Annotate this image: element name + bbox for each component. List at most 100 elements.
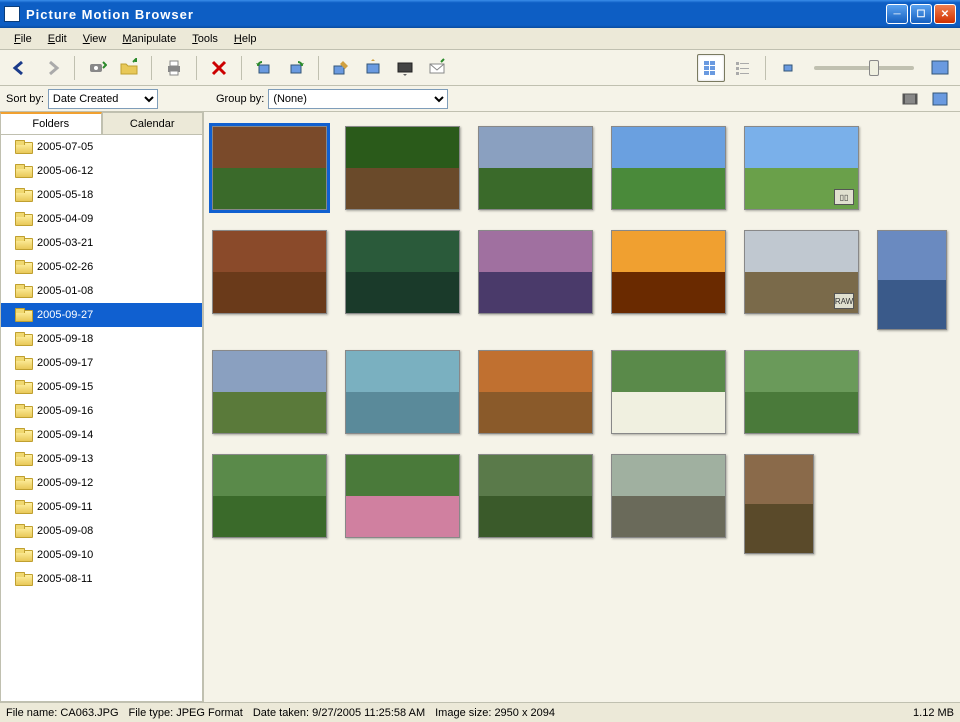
folder-icon: [15, 452, 31, 466]
rotate-left-button[interactable]: [250, 54, 278, 82]
status-datetaken-label: Date taken:: [253, 707, 309, 719]
folder-row[interactable]: 2005-05-18: [1, 183, 202, 207]
back-button[interactable]: [6, 54, 34, 82]
folder-list[interactable]: 2005-07-05 2005-06-12 2005-05-182005-04-09…: [0, 134, 203, 702]
menu-file[interactable]: File: [6, 31, 40, 47]
thumbnail[interactable]: [345, 454, 460, 538]
view-grid-button[interactable]: [697, 54, 725, 82]
folder-label: 2005-09-15: [37, 381, 93, 393]
folder-row[interactable]: 2005-09-13: [1, 447, 202, 471]
email-button[interactable]: [423, 54, 451, 82]
thumbnail[interactable]: [345, 230, 460, 314]
thumbnail-size-slider[interactable]: [814, 66, 914, 70]
folder-row[interactable]: 2005-09-16: [1, 399, 202, 423]
thumbnail[interactable]: [744, 350, 859, 434]
folder-label: 2005-06-12: [37, 165, 93, 177]
folder-icon: [15, 284, 31, 298]
folder-label: 2005-09-18: [37, 333, 93, 345]
menu-view[interactable]: View: [75, 31, 115, 47]
thumbnail[interactable]: [611, 454, 726, 538]
print-button[interactable]: [160, 54, 188, 82]
slideshow-button[interactable]: [391, 54, 419, 82]
folder-row[interactable]: 2005-09-14: [1, 423, 202, 447]
view-list-button[interactable]: [729, 54, 757, 82]
minimize-button[interactable]: ─: [886, 4, 908, 24]
folder-row[interactable]: 2005-09-12: [1, 471, 202, 495]
status-filesize: 1.12 MB: [913, 707, 954, 719]
thumbnail[interactable]: [212, 454, 327, 538]
tab-calendar[interactable]: Calendar: [102, 112, 204, 134]
menu-manipulate[interactable]: Manipulate: [114, 31, 184, 47]
thumbnail[interactable]: [478, 350, 593, 434]
folder-row[interactable]: 2005-09-15: [1, 375, 202, 399]
menu-help[interactable]: Help: [226, 31, 265, 47]
import-button[interactable]: [83, 54, 111, 82]
folder-icon: [15, 548, 31, 562]
folder-row[interactable]: 2005-09-11: [1, 495, 202, 519]
tab-folders[interactable]: Folders: [0, 112, 102, 134]
thumbnail[interactable]: [478, 230, 593, 314]
thumbnail[interactable]: [478, 126, 593, 210]
thumbnail[interactable]: [611, 126, 726, 210]
folder-row[interactable]: 2005-06-12: [1, 159, 202, 183]
folder-row[interactable]: 2005-02-26: [1, 255, 202, 279]
status-imagesize-label: Image size:: [435, 707, 491, 719]
folder-label: 2005-07-05: [37, 141, 93, 153]
status-datetaken: 9/27/2005 11:25:58 AM: [312, 707, 425, 719]
folder-row[interactable]: 2005-09-08: [1, 519, 202, 543]
folder-icon: [15, 308, 31, 322]
folder-icon: [15, 428, 31, 442]
status-filename-label: File name:: [6, 707, 57, 719]
folder-icon: [15, 524, 31, 538]
sidebar: Folders Calendar 2005-07-052005-06-12200…: [0, 112, 204, 702]
folder-row[interactable]: 2005-01-08: [1, 279, 202, 303]
folder-label: 2005-09-12: [37, 477, 93, 489]
close-button[interactable]: ✕: [934, 4, 956, 24]
folder-icon: [15, 356, 31, 370]
folder-row[interactable]: 2005-07-05: [1, 135, 202, 159]
menubar: File Edit View Manipulate Tools Help: [0, 28, 960, 50]
menu-tools[interactable]: Tools: [184, 31, 226, 47]
thumbnail-grid[interactable]: ▯▯ RAW: [204, 112, 960, 702]
thumbnail[interactable]: [212, 126, 327, 210]
thumbnail[interactable]: [611, 350, 726, 434]
slider-thumb[interactable]: [869, 60, 879, 76]
menu-edit[interactable]: Edit: [40, 31, 75, 47]
thumbnail[interactable]: [744, 454, 814, 554]
zoom-large-icon[interactable]: [926, 54, 954, 82]
thumbnail[interactable]: [212, 350, 327, 434]
thumbnail[interactable]: [212, 230, 327, 314]
folder-row[interactable]: 2005-09-18: [1, 327, 202, 351]
folder-row[interactable]: 2005-09-17: [1, 351, 202, 375]
thumbnail[interactable]: [345, 126, 460, 210]
sort-select[interactable]: Date Created: [48, 89, 158, 109]
status-filetype: JPEG Format: [176, 707, 243, 719]
folder-row[interactable]: 2005-09-27: [1, 303, 202, 327]
rotate-right-button[interactable]: [282, 54, 310, 82]
thumbnail[interactable]: [345, 350, 460, 434]
maximize-button[interactable]: ☐: [910, 4, 932, 24]
folder-row[interactable]: 2005-08-11: [1, 567, 202, 591]
folder-row[interactable]: 2005-09-10: [1, 543, 202, 567]
single-view-button[interactable]: [926, 85, 954, 113]
delete-button[interactable]: [205, 54, 233, 82]
open-folder-button[interactable]: [115, 54, 143, 82]
filmstrip-view-button[interactable]: [896, 85, 924, 113]
thumbnail[interactable]: RAW: [744, 230, 859, 314]
thumb-badge: RAW: [834, 293, 854, 309]
thumbnail[interactable]: [611, 230, 726, 314]
adjust-button[interactable]: [359, 54, 387, 82]
group-select[interactable]: (None): [268, 89, 448, 109]
forward-button[interactable]: [38, 54, 66, 82]
thumbnail[interactable]: ▯▯: [744, 126, 859, 210]
thumb-badge: ▯▯: [834, 189, 854, 205]
folder-label: 2005-09-08: [37, 525, 93, 537]
folder-row[interactable]: 2005-03-21: [1, 231, 202, 255]
window-title: Picture Motion Browser: [26, 7, 886, 22]
folder-icon: [15, 380, 31, 394]
folder-row[interactable]: 2005-04-09: [1, 207, 202, 231]
thumbnail[interactable]: [478, 454, 593, 538]
edit-button[interactable]: [327, 54, 355, 82]
thumbnail[interactable]: [877, 230, 947, 330]
zoom-small-icon[interactable]: [774, 54, 802, 82]
